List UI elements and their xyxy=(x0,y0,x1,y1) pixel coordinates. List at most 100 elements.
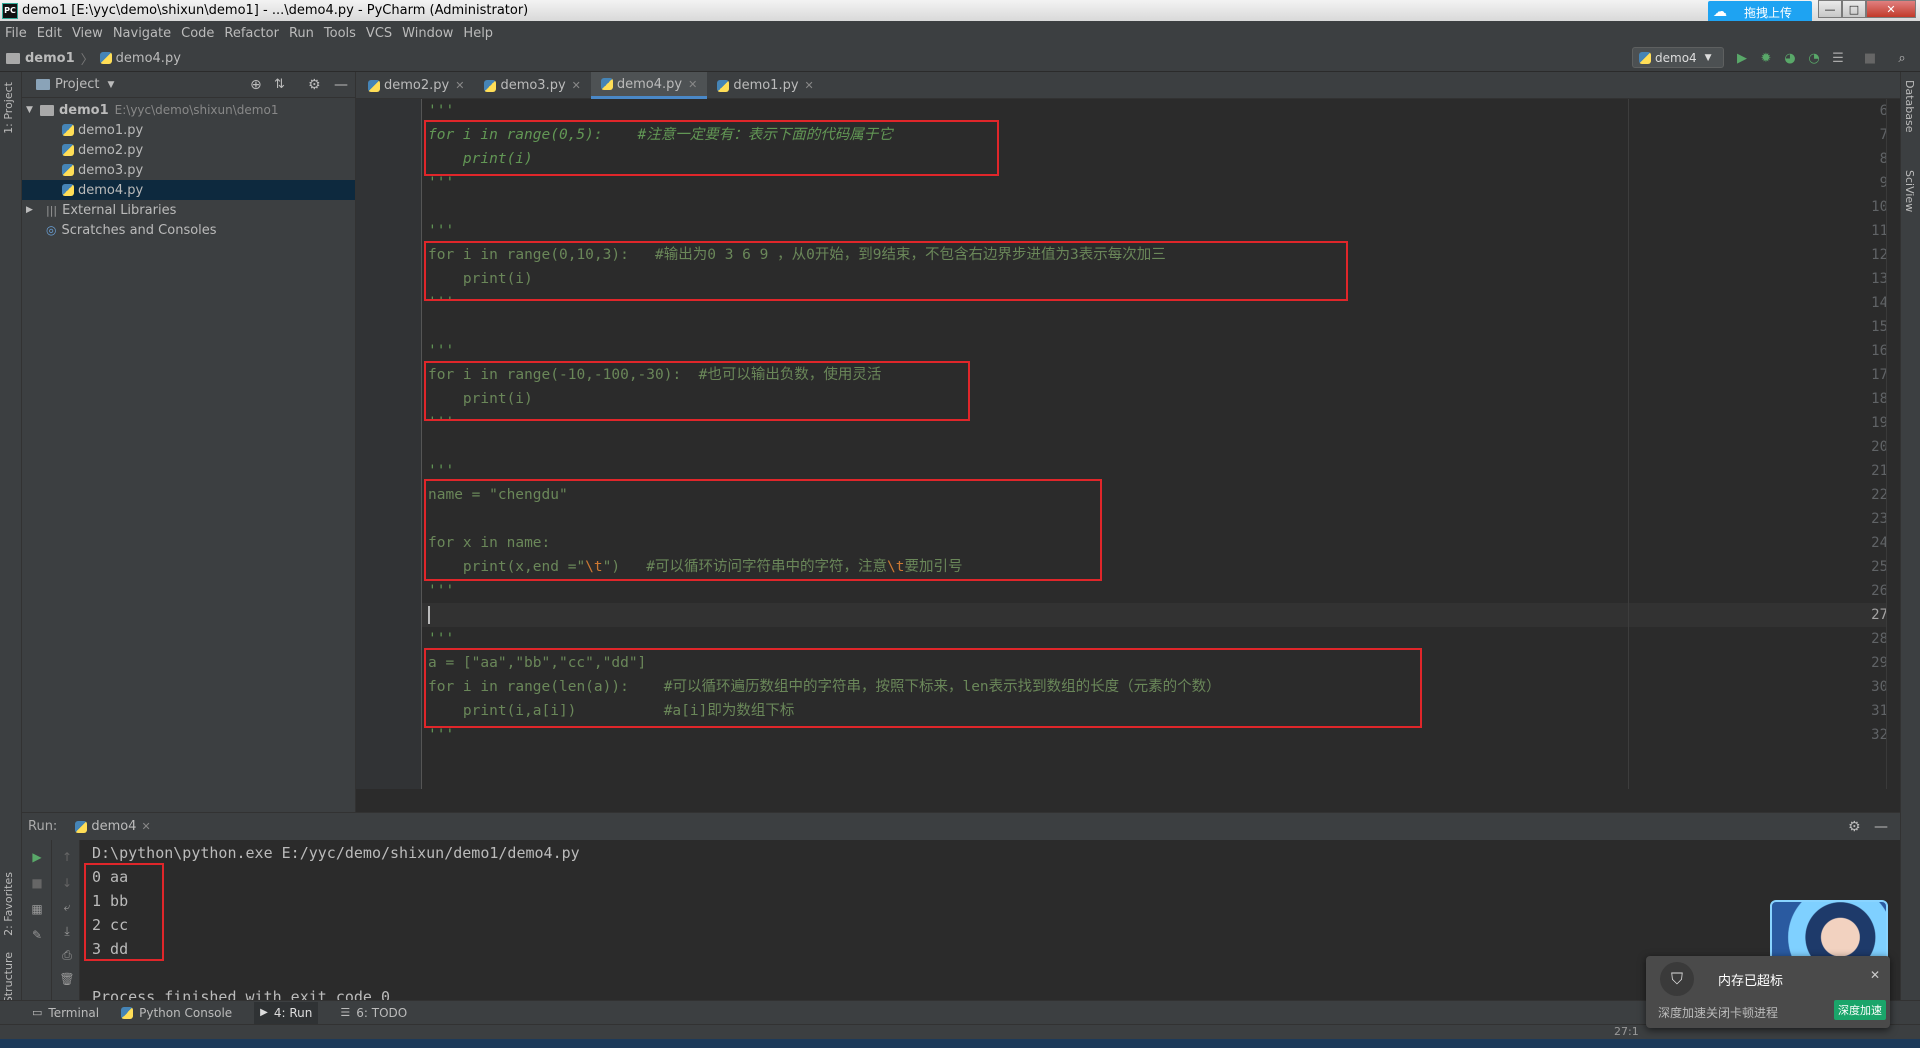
python-console-tab[interactable]: Python Console xyxy=(121,1006,232,1020)
stop-icon[interactable]: ■ xyxy=(30,876,44,890)
boost-button[interactable]: 深度加速 xyxy=(1834,1000,1886,1020)
code-editor[interactable]: 6 7 8 9 10 11 12 13 14 15 16 17 18 19 20… xyxy=(356,99,1902,789)
tree-item-demo2-py[interactable]: demo2.py xyxy=(22,140,355,160)
tree-item-demo3-py[interactable]: demo3.py xyxy=(22,160,355,180)
debug-icon[interactable]: ✹ xyxy=(1757,49,1775,67)
code-line: ''' xyxy=(428,343,455,359)
concurrency-icon[interactable]: ☰ xyxy=(1829,49,1847,67)
run-configuration-select[interactable]: demo4 ▼ xyxy=(1632,47,1724,68)
menu-run[interactable]: Run xyxy=(284,26,319,41)
print-icon[interactable]: ⎙ xyxy=(60,948,74,962)
expand-arrow-icon[interactable]: ▼ xyxy=(26,105,38,115)
menu-edit[interactable]: Edit xyxy=(32,26,67,41)
run-panel-header: Run: demo4 ✕ ⚙ — xyxy=(22,813,1900,840)
coverage-icon[interactable]: ◕ xyxy=(1781,49,1799,67)
line-number: 22 xyxy=(1871,487,1888,503)
line-number: 26 xyxy=(1871,583,1888,599)
editor-scrollbar[interactable] xyxy=(1886,99,1900,789)
close-tab-icon[interactable]: ✕ xyxy=(805,79,814,92)
tree-item-scratches[interactable]: ◎ Scratches and Consoles xyxy=(22,220,355,240)
line-number: 21 xyxy=(1871,463,1888,479)
tab-demo2-py[interactable]: demo2.py ✕ xyxy=(356,72,474,99)
todo-tab[interactable]: ☰ 6: TODO xyxy=(340,1006,407,1020)
line-number: 9 xyxy=(1879,175,1888,191)
project-tree: ▼ demo1 E:\yyc\demo\shixun\demo1 demo1.p… xyxy=(22,98,355,240)
breadcrumb-file[interactable]: demo4.py xyxy=(116,51,181,66)
menu-navigate[interactable]: Navigate xyxy=(108,26,176,41)
bottom-tab-label: 6: TODO xyxy=(356,1005,408,1020)
project-tool-tab[interactable]: 1: Project xyxy=(2,82,15,134)
line-number: 31 xyxy=(1871,703,1888,719)
menu-tools[interactable]: Tools xyxy=(319,26,361,41)
close-tab-icon[interactable]: ✕ xyxy=(455,79,464,92)
collapse-icon[interactable]: ⇅ xyxy=(274,77,285,92)
delete-icon[interactable]: 🗑 xyxy=(59,972,74,986)
line-number: 6 xyxy=(1879,103,1888,119)
gear-icon[interactable]: ⚙ xyxy=(1848,819,1861,835)
text-cursor xyxy=(428,606,430,624)
menu-window[interactable]: Window xyxy=(397,26,458,41)
tab-demo3-py[interactable]: demo3.py ✕ xyxy=(474,72,590,99)
console-line: D:\python\python.exe E:/yyc/demo/shixun/… xyxy=(92,844,580,862)
scroll-to-end-icon[interactable]: ⤓ xyxy=(60,924,74,938)
tab-demo1-py[interactable]: demo1.py ✕ xyxy=(707,72,823,99)
tab-demo4-py[interactable]: demo4.py ✕ xyxy=(590,72,708,99)
close-button[interactable]: ✕ xyxy=(1866,0,1916,18)
gear-icon[interactable]: ⚙ xyxy=(308,77,321,93)
python-file-icon xyxy=(368,79,380,92)
close-icon[interactable]: ✕ xyxy=(1870,968,1880,982)
search-icon[interactable]: ⌕ xyxy=(1893,49,1911,67)
locate-icon[interactable]: ⊕ xyxy=(250,77,262,93)
menu-help[interactable]: Help xyxy=(458,26,498,41)
profile-icon[interactable]: ◔ xyxy=(1805,49,1823,67)
close-tab-icon[interactable]: ✕ xyxy=(688,78,697,91)
menu-file[interactable]: File xyxy=(0,26,32,41)
line-number: 17 xyxy=(1871,367,1888,383)
navigation-bar: demo1 〉 demo4.py demo4 ▼ ▶ ✹ ◕ ◔ ☰ ■ ⌕ xyxy=(0,45,1920,72)
close-tab-icon[interactable]: ✕ xyxy=(141,820,150,833)
cursor-position[interactable]: 27:1 xyxy=(1614,1025,1639,1038)
menu-vcs[interactable]: VCS xyxy=(361,26,397,41)
database-tool-tab[interactable]: Database xyxy=(1903,80,1916,133)
python-console-icon xyxy=(121,1006,134,1019)
breadcrumb-project[interactable]: demo1 xyxy=(25,51,75,66)
maximize-button[interactable]: □ xyxy=(1842,0,1866,18)
project-view-select[interactable]: Project xyxy=(55,77,99,92)
chevron-down-icon: ▼ xyxy=(1704,52,1712,63)
tree-item-demo1[interactable]: ▼ demo1 E:\yyc\demo\shixun\demo1 xyxy=(22,100,355,120)
pin-icon[interactable]: ✎ xyxy=(30,928,44,942)
layout-icon[interactable]: ▦ xyxy=(30,902,44,916)
terminal-icon: ▭ xyxy=(32,1006,43,1019)
menu-refactor[interactable]: Refactor xyxy=(219,26,284,41)
hide-panel-icon[interactable]: — xyxy=(1874,819,1888,835)
python-file-icon xyxy=(62,164,74,176)
run-tool-window: Run: demo4 ✕ ⚙ — ▶ ■ ▦ ✎ ↑ ↓ ⤶ ⤓ ⎙ 🗑 D:\… xyxy=(22,812,1900,1001)
python-file-icon xyxy=(717,79,730,92)
hide-panel-icon[interactable]: — xyxy=(334,77,348,93)
run-icon[interactable]: ▶ xyxy=(1733,49,1751,67)
stop-icon[interactable]: ■ xyxy=(1861,49,1879,67)
arrow-down-icon[interactable]: ↓ xyxy=(60,876,74,890)
run-tab[interactable]: ▶ 4: Run xyxy=(254,1001,319,1024)
minimize-button[interactable]: — xyxy=(1818,0,1842,18)
terminal-tab[interactable]: ▭ Terminal xyxy=(32,1006,99,1020)
run-toolbar: ▶ ■ ▦ ✎ xyxy=(22,840,52,1001)
pycharm-window: PC demo1 [E:\yyc\demo\shixun\demo1] - ..… xyxy=(0,0,1920,1048)
arrow-up-icon[interactable]: ↑ xyxy=(60,850,74,864)
expand-arrow-icon[interactable]: ▶ xyxy=(26,205,38,215)
close-tab-icon[interactable]: ✕ xyxy=(572,79,581,92)
tree-item-external-libraries[interactable]: ▶ ||| External Libraries xyxy=(22,200,355,220)
tree-item-demo4-py[interactable]: demo4.py xyxy=(22,180,355,200)
upload-button[interactable]: ☁ 拖拽上传 xyxy=(1708,1,1812,23)
menu-view[interactable]: View xyxy=(67,26,108,41)
favorites-tool-tab[interactable]: 2: Favorites xyxy=(2,872,15,936)
rerun-icon[interactable]: ▶ xyxy=(30,850,44,864)
tree-item-demo1-py[interactable]: demo1.py xyxy=(22,120,355,140)
menu-code[interactable]: Code xyxy=(176,26,219,41)
bottom-tab-label: 4: Run xyxy=(273,1005,313,1020)
sciview-tool-tab[interactable]: SciView xyxy=(1903,170,1916,212)
run-tab-demo4[interactable]: demo4 xyxy=(91,819,136,834)
soft-wrap-icon[interactable]: ⤶ xyxy=(60,900,74,914)
os-taskbar xyxy=(0,1039,1920,1048)
tab-label: demo1.py xyxy=(733,78,799,93)
